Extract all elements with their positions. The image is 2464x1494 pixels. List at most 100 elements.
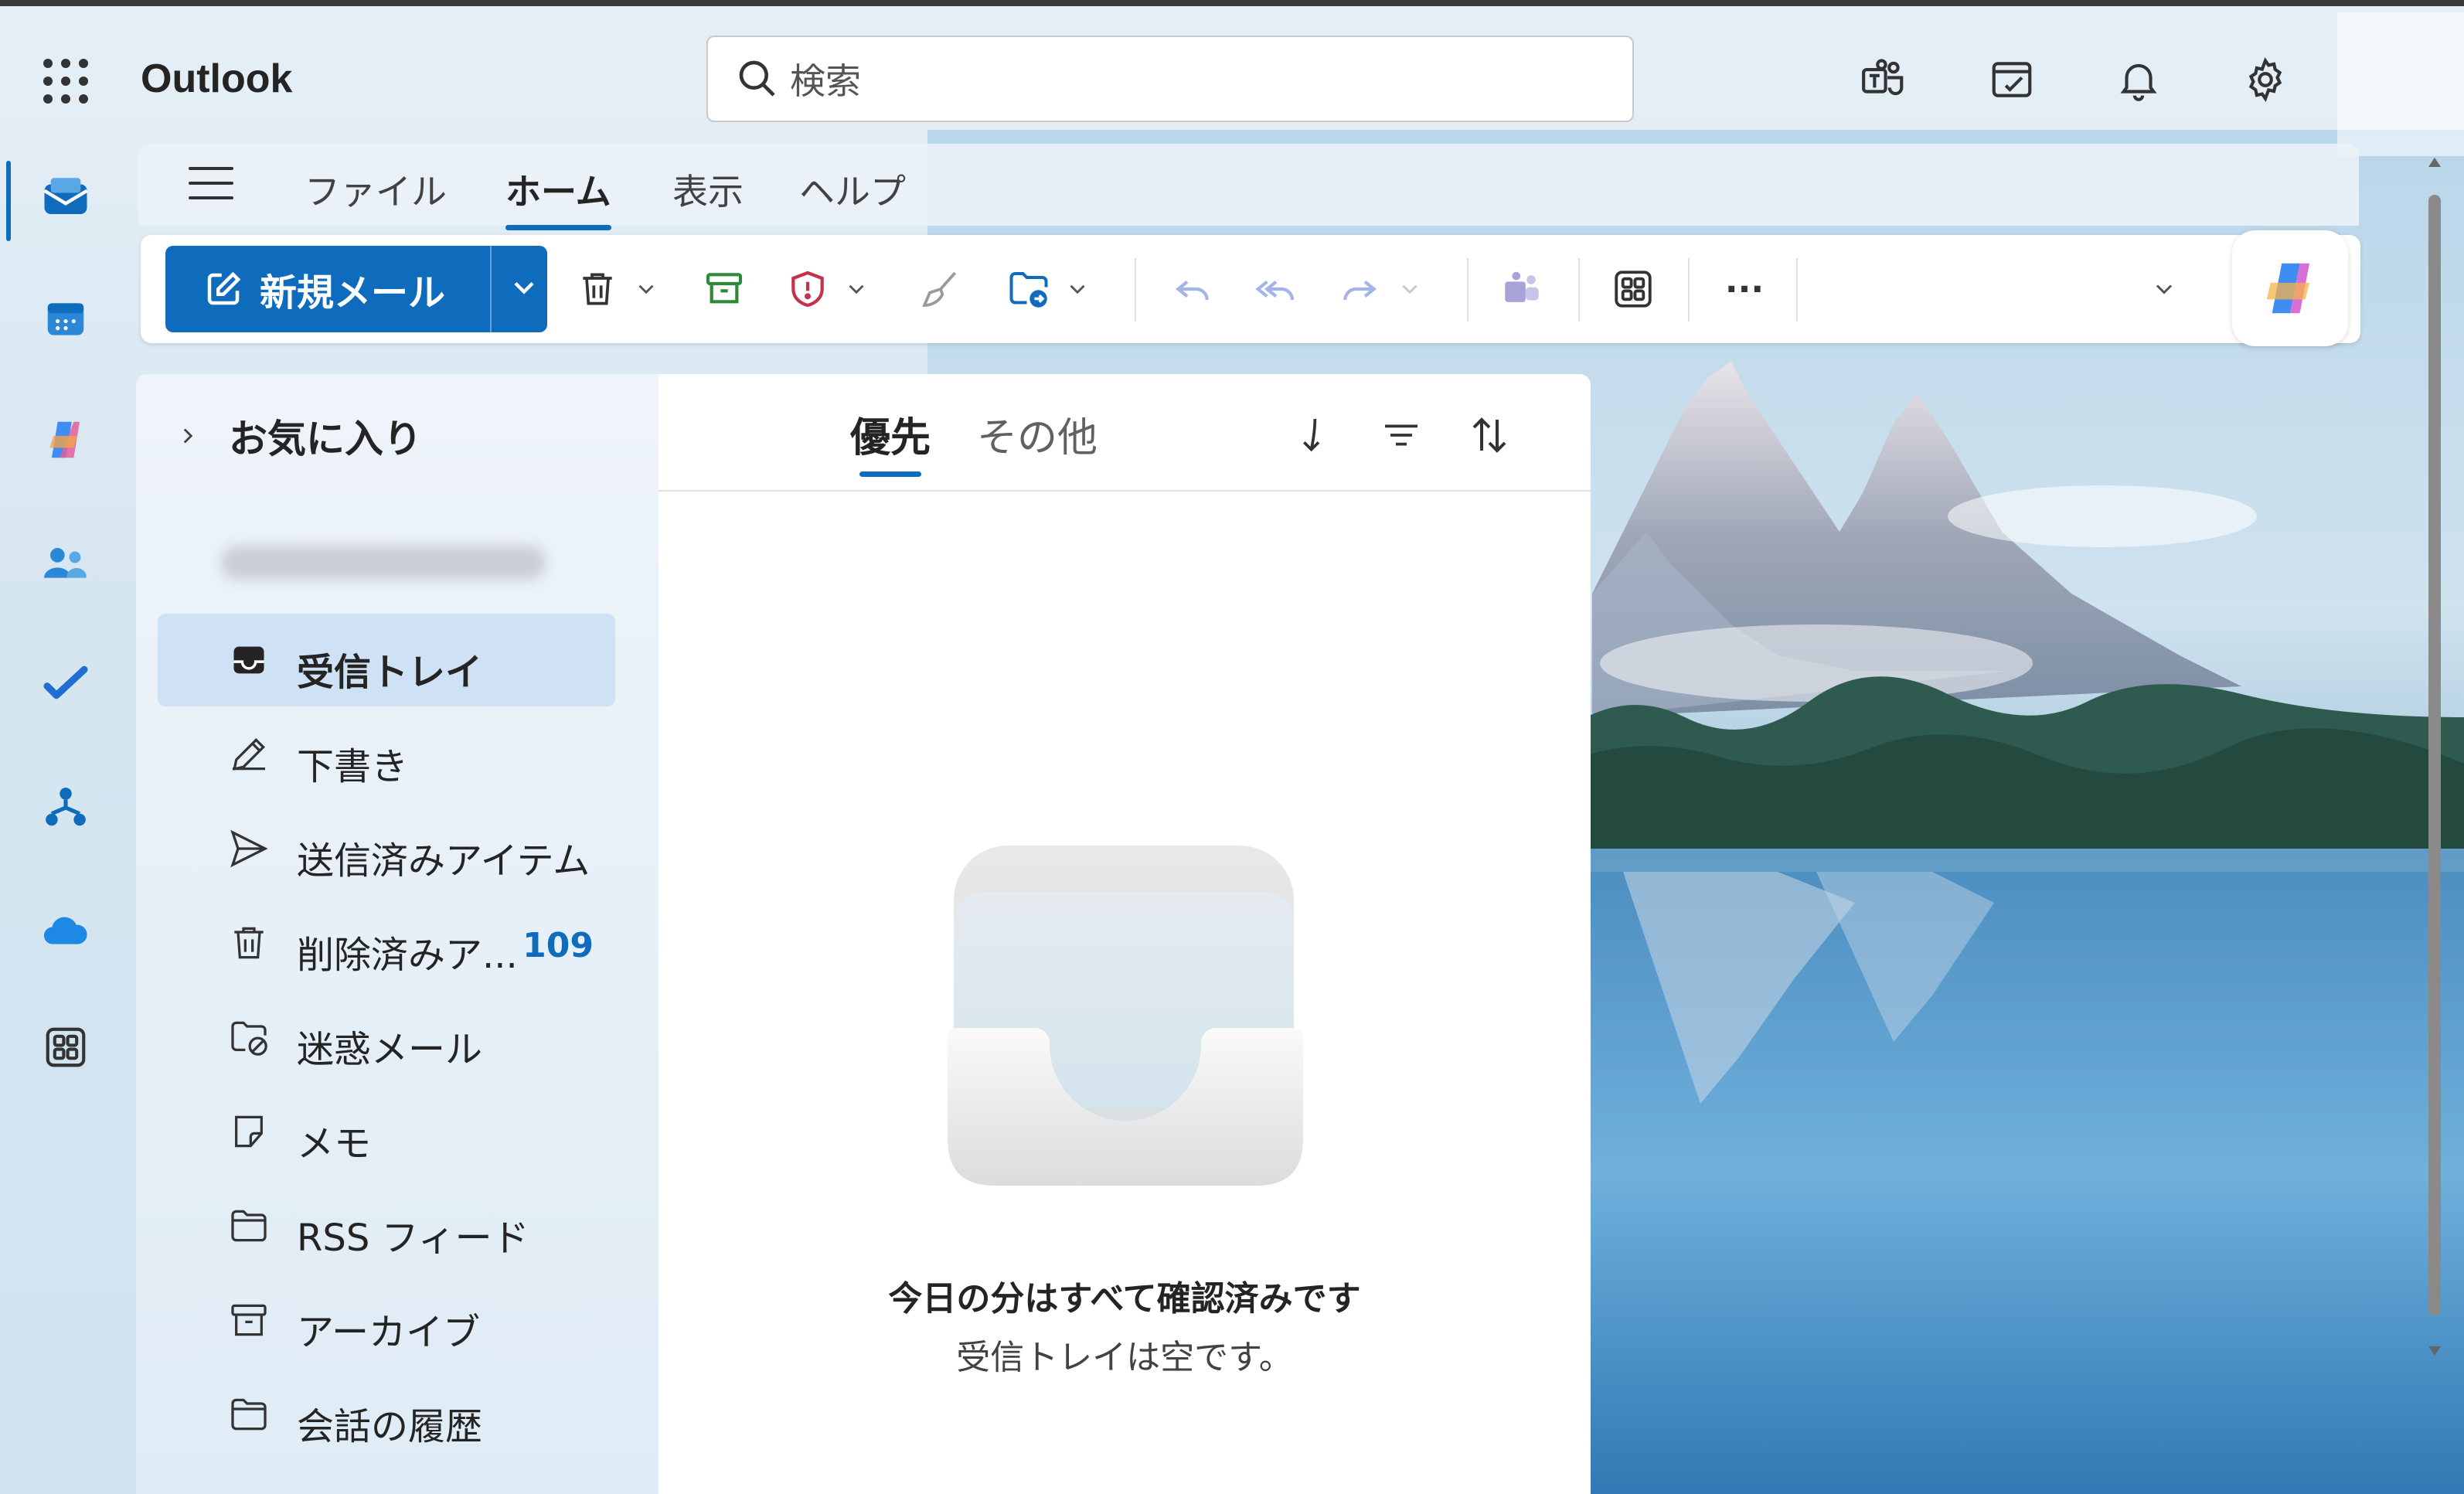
new-mail-button[interactable]: 新規メール <box>165 246 547 332</box>
message-list-header: 優先 その他 <box>659 374 1591 492</box>
forward-chevron-down-icon[interactable] <box>1393 254 1427 325</box>
ribbon-divider <box>1467 258 1469 322</box>
empty-inbox-illustration <box>948 846 1303 1189</box>
folder-label: 下書き <box>297 745 409 788</box>
chevron-right-icon <box>183 428 193 444</box>
ribbon-divider <box>1135 258 1136 322</box>
todo-check-icon[interactable] <box>37 655 94 713</box>
empty-state-title: 今日の分はすべて確認済みです <box>888 1279 1361 1319</box>
scrollbar-thumb[interactable] <box>2428 195 2441 1315</box>
favorites-header[interactable]: お気に入り <box>175 408 422 464</box>
folder-label: 会話の履歴 <box>297 1405 483 1448</box>
app-launcher-icon[interactable] <box>43 59 88 104</box>
unread-count-badge: 109 <box>522 926 594 965</box>
archive-folder-icon <box>226 1297 272 1343</box>
sort-direction-icon[interactable] <box>1286 408 1340 462</box>
folder-archive[interactable]: アーカイブ <box>158 1274 615 1366</box>
rail-active-indicator <box>6 161 11 241</box>
hamburger-menu-icon[interactable] <box>189 167 233 199</box>
folder-pane: お気に入り 受信トレイ 下書き 送信済みアイテム 削除済みア... 109 迷惑… <box>136 374 659 1494</box>
copilot-icon[interactable] <box>37 411 94 468</box>
delete-icon[interactable] <box>570 254 625 325</box>
folder-icon <box>226 1391 272 1438</box>
folder-drafts[interactable]: 下書き <box>158 708 615 801</box>
delete-chevron-down-icon[interactable] <box>629 254 663 325</box>
account-email-blurred <box>221 546 546 580</box>
move-to-folder-icon[interactable] <box>1002 254 1056 325</box>
folder-notes[interactable]: メモ <box>158 1085 615 1178</box>
tab-view[interactable]: 表示 <box>672 164 744 215</box>
folder-deleted[interactable]: 削除済みア... 109 <box>158 897 615 989</box>
folder-label: メモ <box>297 1122 372 1166</box>
ribbon-divider <box>1688 258 1690 322</box>
folder-icon <box>226 1203 272 1249</box>
copilot-logo-icon <box>2266 263 2310 314</box>
org-icon[interactable] <box>37 779 94 836</box>
more-apps-icon[interactable] <box>37 1019 94 1076</box>
top-bar: Outlook 検索 <box>0 12 2464 144</box>
tab-focused[interactable]: 優先 <box>850 405 931 477</box>
window-corner <box>2337 12 2464 156</box>
ribbon-divider <box>1796 258 1798 322</box>
folder-label: アーカイブ <box>297 1311 481 1354</box>
send-icon <box>226 825 272 872</box>
new-mail-label: 新規メール <box>260 271 446 315</box>
draft-icon <box>226 731 272 778</box>
junk-icon <box>226 1014 272 1060</box>
people-icon[interactable] <box>37 535 94 592</box>
search-box[interactable]: 検索 <box>706 36 1634 122</box>
sort-icon[interactable] <box>1462 408 1516 462</box>
filter-icon[interactable] <box>1374 408 1428 462</box>
compose-icon <box>207 271 241 305</box>
calendar-icon[interactable] <box>37 291 94 348</box>
move-chevron-down-icon[interactable] <box>1060 254 1094 325</box>
ribbon-toolbar: 新規メール ··· <box>141 235 2360 343</box>
folder-rss[interactable]: RSS フィード <box>158 1179 615 1272</box>
folder-conversation-history[interactable]: 会話の履歴 <box>158 1368 615 1461</box>
outlook-window: Outlook 検索 ファイル ホーム 表示 ヘルプ 新規メール ··· お気に… <box>0 0 2464 1494</box>
mail-icon[interactable] <box>37 168 94 226</box>
page-scrollbar[interactable] <box>2421 153 2449 1359</box>
folder-label: 受信トレイ <box>297 651 483 694</box>
tab-file[interactable]: ファイル <box>305 164 447 215</box>
archive-icon[interactable] <box>697 254 751 325</box>
copilot-button[interactable] <box>2232 230 2348 346</box>
reply-all-icon[interactable] <box>1249 254 1303 325</box>
tab-other[interactable]: その他 <box>977 405 1098 463</box>
folder-label: 迷惑メール <box>297 1028 483 1071</box>
folder-label: RSS フィード <box>297 1217 529 1260</box>
gear-icon[interactable] <box>2238 53 2292 107</box>
empty-state-subtitle: 受信トレイは空です。 <box>956 1338 1293 1377</box>
search-placeholder: 検索 <box>790 60 861 102</box>
chevron-down-icon[interactable] <box>507 271 541 305</box>
folder-inbox[interactable]: 受信トレイ <box>158 614 615 706</box>
folder-label: 送信済みアイテム <box>297 839 590 883</box>
scroll-up-arrow-icon[interactable] <box>2428 158 2441 167</box>
folder-sent[interactable]: 送信済みアイテム <box>158 802 615 895</box>
message-list: 優先 その他 今日の分はすべて確認済みです 受信トレイは空です。 <box>659 374 1591 1494</box>
onedrive-icon[interactable] <box>37 903 94 960</box>
forward-icon[interactable] <box>1332 254 1387 325</box>
sweep-icon[interactable] <box>914 254 968 325</box>
teams-icon[interactable] <box>1857 53 1911 107</box>
trash-icon <box>226 920 272 966</box>
app-title: Outlook <box>141 56 293 101</box>
tab-help[interactable]: ヘルプ <box>799 164 906 215</box>
bell-icon[interactable] <box>2112 53 2166 107</box>
folder-junk[interactable]: 迷惑メール <box>158 991 615 1084</box>
reply-icon[interactable] <box>1166 254 1220 325</box>
ribbon-divider <box>1578 258 1580 322</box>
report-chevron-down-icon[interactable] <box>839 254 873 325</box>
teams-share-icon[interactable] <box>1495 254 1549 325</box>
apps-icon[interactable] <box>1606 254 1660 325</box>
ribbon-expand-chevron-icon[interactable] <box>2142 254 2186 325</box>
more-options-icon[interactable]: ··· <box>1717 254 1771 325</box>
ribbon-tabs: ファイル ホーム 表示 ヘルプ <box>138 144 2359 230</box>
scroll-down-arrow-icon[interactable] <box>2428 1346 2441 1356</box>
folder-label: 削除済みア... <box>297 934 518 977</box>
todo-note-icon[interactable] <box>1985 53 2039 107</box>
favorites-label: お気に入り <box>229 417 422 461</box>
tab-home[interactable]: ホーム <box>505 164 611 230</box>
report-icon[interactable] <box>781 254 835 325</box>
note-icon <box>226 1108 272 1155</box>
